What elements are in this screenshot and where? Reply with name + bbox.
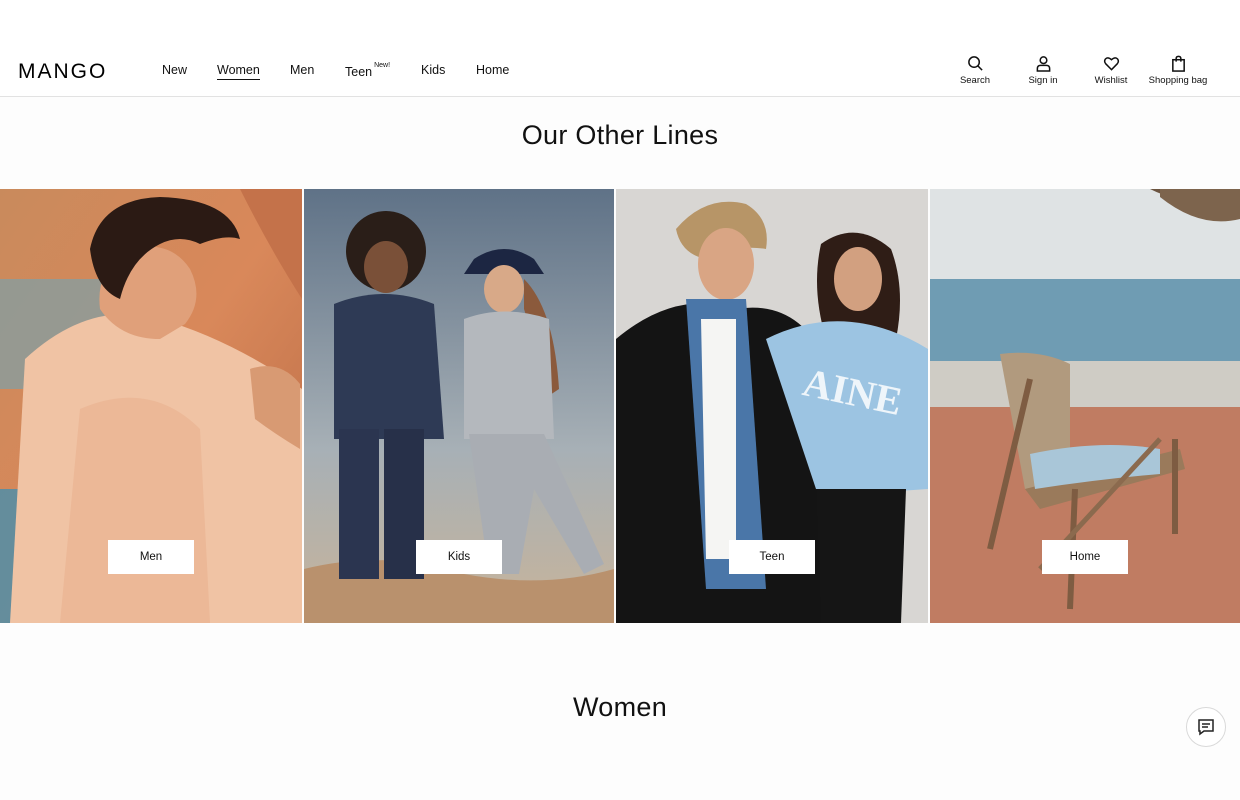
- nav-item-men[interactable]: Men: [290, 62, 314, 78]
- sign-in-label: Sign in: [1028, 75, 1058, 86]
- heart-icon: [1103, 57, 1119, 71]
- nav-item-women[interactable]: Women: [217, 62, 260, 80]
- wishlist-button[interactable]: Wishlist: [1092, 55, 1130, 86]
- search-label: Search: [959, 75, 991, 86]
- nav-item-teen-label: Teen: [345, 65, 373, 80]
- nav-item-teen[interactable]: Teen New!: [345, 62, 390, 80]
- nav-item-home[interactable]: Home: [476, 62, 509, 78]
- teen-button[interactable]: Teen: [729, 540, 815, 574]
- wishlist-label: Wishlist: [1094, 75, 1128, 86]
- search-button[interactable]: Search: [958, 55, 992, 86]
- chat-icon: [1198, 719, 1214, 736]
- other-lines-grid: Men Kids AINE Teen Home: [0, 189, 1240, 623]
- tile-home[interactable]: Home: [930, 189, 1240, 623]
- men-button[interactable]: Men: [108, 540, 194, 574]
- page: MANGO New Women Men Teen New! Kids Home S…: [0, 0, 1240, 800]
- chat-button[interactable]: [1186, 707, 1226, 747]
- tile-men[interactable]: Men: [0, 189, 302, 623]
- kids-button[interactable]: Kids: [416, 540, 502, 574]
- other-lines-title: Our Other Lines: [521, 120, 719, 150]
- site-header: MANGO New Women Men Teen New! Kids Home S…: [0, 0, 1240, 97]
- tile-teen[interactable]: AINE Teen: [616, 189, 928, 623]
- user-icon: [1036, 56, 1050, 72]
- home-button[interactable]: Home: [1042, 540, 1128, 574]
- bag-icon: [1171, 55, 1185, 72]
- nav-item-kids[interactable]: Kids: [421, 62, 445, 78]
- search-icon: [967, 56, 983, 71]
- nav-item-new[interactable]: New: [162, 62, 187, 78]
- tile-kids[interactable]: Kids: [304, 189, 614, 623]
- shopping-bag-label: Shopping bag: [1148, 75, 1208, 86]
- women-title: Women: [572, 692, 668, 722]
- sign-in-button[interactable]: Sign in: [1025, 55, 1061, 86]
- new-badge: New!: [374, 62, 391, 69]
- mango-logo[interactable]: MANGO: [18, 60, 107, 84]
- shopping-bag-button[interactable]: Shopping bag: [1145, 55, 1211, 86]
